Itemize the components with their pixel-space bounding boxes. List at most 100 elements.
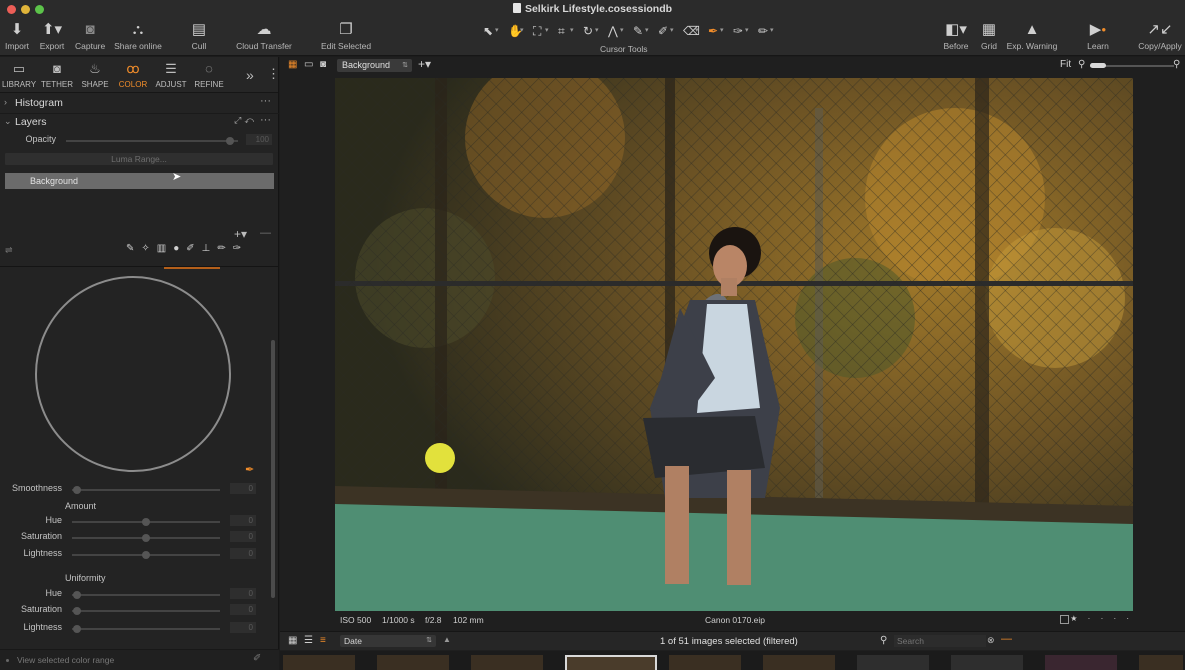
layer-actions-icons[interactable]: ⤢↶ xyxy=(234,115,257,126)
brush-cursor-tool[interactable]: ✐ xyxy=(658,22,679,40)
uniformity-saturation-slider[interactable]: Saturation 0 xyxy=(0,603,272,617)
zoom-out-icon[interactable]: ⚲ xyxy=(1078,59,1085,70)
filmstrip-thumbnail[interactable] xyxy=(669,655,741,670)
amount-saturation-slider[interactable]: Saturation 0 xyxy=(0,530,272,544)
amount-hue-slider[interactable]: Hue 0 xyxy=(0,514,272,528)
add-layer-menu-icon[interactable]: +▾ xyxy=(418,57,431,71)
uniformity-lightness-value[interactable]: 0 xyxy=(230,622,256,633)
linear-gradient-icon[interactable]: ▥ xyxy=(157,243,166,254)
amount-hue-knob[interactable] xyxy=(142,518,150,526)
opacity-knob[interactable] xyxy=(226,137,234,145)
clear-search-icon[interactable]: ⊗ xyxy=(987,635,995,646)
layer-select[interactable]: Background ⇅ xyxy=(337,59,412,72)
rotate-cursor-tool[interactable]: ↻ xyxy=(583,22,604,40)
amount-lightness-value[interactable]: 0 xyxy=(230,548,256,559)
select-checkbox[interactable] xyxy=(1060,615,1069,624)
histogram-header[interactable]: › Histogram ··· xyxy=(0,95,279,112)
before-button[interactable]: ◧▾ Before xyxy=(940,20,972,51)
amount-lightness-slider[interactable]: Lightness 0 xyxy=(0,547,272,561)
filmstrip-view-icon[interactable]: ≡ xyxy=(320,635,326,646)
uniformity-lightness-knob[interactable] xyxy=(73,625,81,633)
filmstrip-thumbnail[interactable] xyxy=(283,655,355,670)
learn-button[interactable]: ▶● Learn xyxy=(1084,20,1112,51)
uniformity-hue-slider[interactable]: Hue 0 xyxy=(0,587,272,601)
picker-cursor-tool[interactable]: ✎ xyxy=(633,22,654,40)
uniformity-saturation-value[interactable]: 0 xyxy=(230,604,256,615)
filmstrip-thumbnail[interactable] xyxy=(1045,655,1117,670)
tab-refine[interactable]: ◌ REFINE xyxy=(190,57,228,92)
view-selected-range-toggle[interactable]: View selected color range xyxy=(17,655,114,665)
smoothness-slider[interactable]: Smoothness 0 xyxy=(0,482,272,496)
eraser-cursor-tool[interactable]: ⌫ xyxy=(683,22,704,40)
add-layer-icon[interactable]: +▾ xyxy=(234,227,247,241)
search-input[interactable] xyxy=(894,635,986,647)
drag-handle-icon[interactable]: ⇌ xyxy=(5,245,13,256)
uniformity-hue-track[interactable] xyxy=(72,594,220,596)
multi-view-icon[interactable]: ▦ xyxy=(288,59,297,70)
uniformity-lightness-track[interactable] xyxy=(72,628,220,630)
tab-adjust[interactable]: ☰ ADJUST xyxy=(152,57,190,92)
opacity-slider[interactable]: Opacity 100 xyxy=(0,133,272,147)
filmstrip-thumbnail[interactable] xyxy=(857,655,929,670)
luma-range-button[interactable]: Luma Range... xyxy=(5,153,273,165)
filmstrip-thumbnail-selected[interactable] xyxy=(565,655,657,670)
more-tabs-icon[interactable]: » xyxy=(246,67,254,83)
smoothness-value[interactable]: 0 xyxy=(230,483,256,494)
uniformity-hue-value[interactable]: 0 xyxy=(230,588,256,599)
single-view-icon[interactable]: ▭ xyxy=(304,59,313,70)
cull-button[interactable]: ▤ Cull xyxy=(188,20,210,51)
search-icon[interactable]: ⚲ xyxy=(880,635,887,646)
filmstrip-thumbnail[interactable] xyxy=(1139,655,1183,670)
filmstrip-thumbnail[interactable] xyxy=(471,655,543,670)
sort-direction-icon[interactable]: ▲ xyxy=(443,635,451,644)
filmstrip-thumbnail[interactable] xyxy=(377,655,449,670)
edit-selected-button[interactable]: ❐ Edit Selected xyxy=(320,20,372,51)
color-picker-cursor-tool[interactable]: ✒ xyxy=(708,22,729,40)
tabs-menu-icon[interactable]: ⋮ xyxy=(267,66,280,82)
list-view-icon[interactable]: ☰ xyxy=(304,635,313,646)
crop-cursor-tool[interactable]: ⌗ xyxy=(558,22,579,40)
cloud-transfer-button[interactable]: ☁ Cloud Transfer xyxy=(235,20,293,51)
opacity-value[interactable]: 100 xyxy=(246,134,272,145)
star-rating[interactable]: ★ · · · · xyxy=(1070,614,1133,623)
amount-lightness-knob[interactable] xyxy=(142,551,150,559)
amount-saturation-knob[interactable] xyxy=(142,534,150,542)
remove-layer-icon[interactable]: — xyxy=(260,227,271,239)
amount-hue-value[interactable]: 0 xyxy=(230,515,256,526)
color-wheel[interactable] xyxy=(35,276,231,472)
tab-tether[interactable]: ◙ TETHER xyxy=(38,57,76,92)
uniformity-saturation-knob[interactable] xyxy=(73,607,81,615)
exposure-warning-button[interactable]: ▲ Exp. Warning xyxy=(1006,20,1058,51)
amount-saturation-value[interactable]: 0 xyxy=(230,531,256,542)
layers-menu-icon[interactable]: ··· xyxy=(260,114,271,126)
proof-view-icon[interactable]: ◙ xyxy=(320,59,326,70)
smoothness-track[interactable] xyxy=(72,489,220,491)
grid-view-icon[interactable]: ▦ xyxy=(288,635,297,646)
tab-color[interactable]: ꝏ COLOR xyxy=(114,57,152,92)
select-cursor-tool[interactable]: ⬉ xyxy=(483,22,504,40)
brush-icon[interactable]: ✎ xyxy=(126,243,134,254)
uniformity-lightness-slider[interactable]: Lightness 0 xyxy=(0,621,272,635)
refine-mask-icon[interactable]: ✑ xyxy=(233,243,241,254)
smoothness-knob[interactable] xyxy=(73,486,81,494)
stamp-icon[interactable]: ⊥ xyxy=(202,243,211,254)
layer-item-background[interactable]: Background xyxy=(5,173,274,189)
share-online-button[interactable]: ⛬ Share online xyxy=(113,20,163,51)
tab-shape[interactable]: ♨ SHAPE xyxy=(76,57,114,92)
zoom-slider-knob[interactable] xyxy=(1090,63,1106,68)
pan-cursor-tool[interactable]: ✋ xyxy=(508,22,529,40)
color-picker-icon[interactable]: ✒ xyxy=(245,463,254,476)
crop-mask-cursor-tool[interactable]: ⛶ xyxy=(533,22,554,40)
uniformity-saturation-track[interactable] xyxy=(72,610,220,612)
grid-button[interactable]: ▦ Grid xyxy=(978,20,1000,51)
zoom-in-icon[interactable]: ⚲ xyxy=(1173,59,1180,70)
keystone-cursor-tool[interactable]: ⋀ xyxy=(608,22,629,40)
uniformity-hue-knob[interactable] xyxy=(73,591,81,599)
radial-gradient-icon[interactable]: ● xyxy=(173,243,179,254)
sort-select[interactable]: Date ⇅ xyxy=(340,635,436,647)
histogram-menu-icon[interactable]: ··· xyxy=(260,95,271,107)
pen-icon[interactable]: ✐ xyxy=(253,653,261,664)
annotate-cursor-tool[interactable]: ✏ xyxy=(758,22,779,40)
capture-button[interactable]: ◙ Capture xyxy=(75,20,105,51)
filmstrip-thumbnail[interactable] xyxy=(763,655,835,670)
